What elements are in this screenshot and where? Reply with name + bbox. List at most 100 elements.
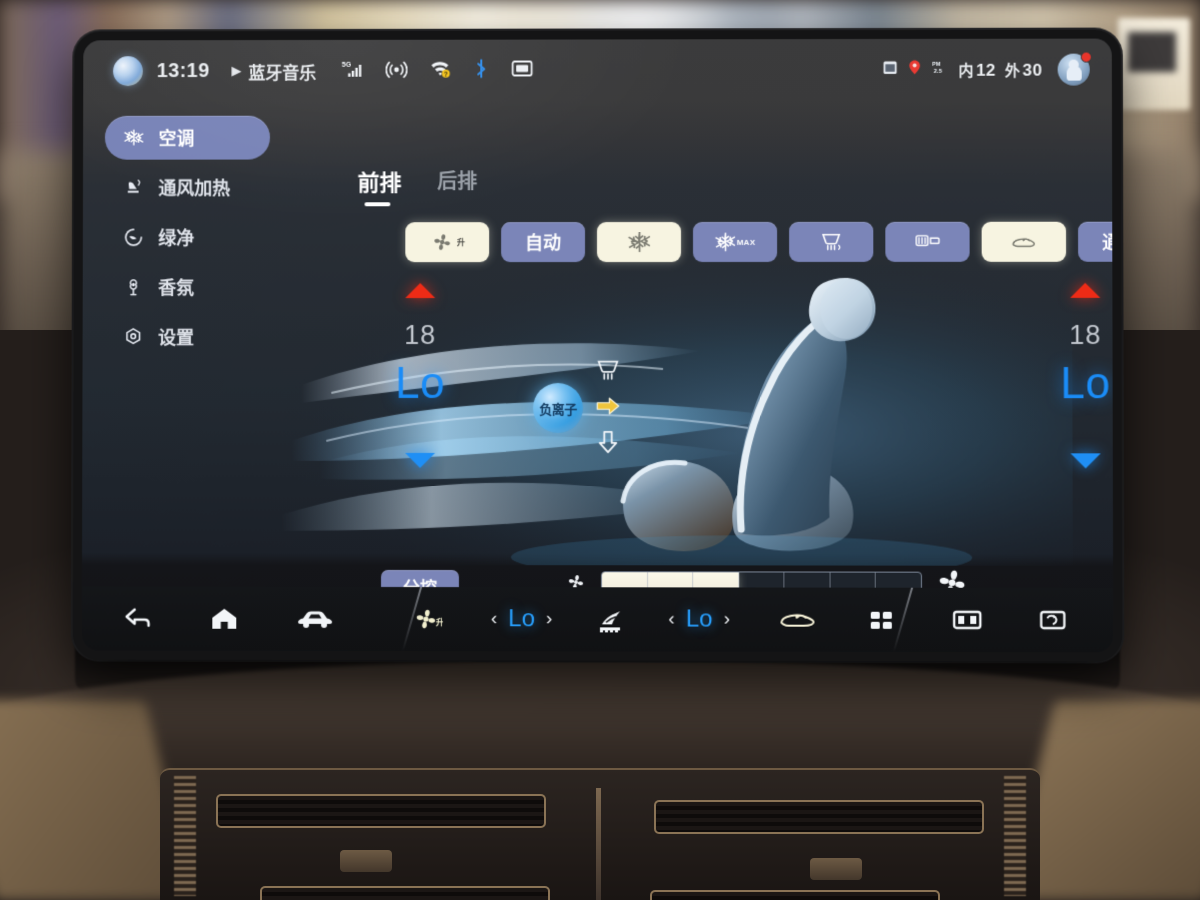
face-vent-arrow-icon[interactable]	[593, 393, 623, 419]
vent-slot-left-lower	[260, 886, 550, 900]
negative-ion-button[interactable]: 负离子	[532, 382, 583, 434]
background-sign	[1118, 18, 1190, 110]
temp-up-icon-left[interactable]	[405, 283, 436, 299]
avatar-head	[1068, 59, 1079, 70]
temp-down-icon-left[interactable]	[405, 452, 436, 468]
defrost-windshield-icon[interactable]	[593, 357, 623, 383]
split-screen-icon[interactable]	[952, 608, 982, 632]
inside-label: 内	[958, 62, 974, 80]
sidebar-item-label: 绿净	[158, 228, 195, 249]
vent-slot-right-upper	[654, 800, 984, 834]
rear-defrost-icon	[914, 231, 940, 253]
fan-speed-button[interactable]: 升	[405, 222, 490, 263]
hotspot-icon	[386, 58, 408, 83]
nav-air-recirculation-icon[interactable]	[778, 608, 816, 632]
temp-next-icon-right[interactable]: ›	[724, 609, 730, 631]
rear-defrost-button[interactable]	[885, 221, 970, 262]
climate-mode-buttons: 升 自动 MAX 通风	[405, 221, 1114, 263]
bluetooth-icon	[473, 58, 489, 83]
svg-text:PM: PM	[932, 62, 941, 68]
fan-speed-icon	[434, 234, 451, 251]
air-purify-icon	[123, 226, 145, 248]
vent-ribs-right	[1004, 776, 1026, 896]
car-icon[interactable]	[297, 607, 333, 631]
ventilation-button[interactable]: 通风	[1078, 221, 1114, 262]
airflow-direction-group	[593, 357, 623, 455]
snowflake-icon	[123, 127, 145, 149]
ac-button[interactable]	[597, 222, 682, 263]
wifi-warning-icon: ?	[430, 58, 452, 83]
temp-down-spacer-right	[1030, 453, 1113, 469]
nav-fan-speed-icon[interactable]: 升	[413, 606, 443, 632]
notification-badge	[1080, 51, 1092, 63]
sidebar-item-settings[interactable]: 设置	[104, 315, 269, 359]
floor-vent-arrow-icon[interactable]	[593, 429, 623, 455]
temp-next-icon-left[interactable]: ›	[546, 608, 552, 630]
snowflake-icon	[714, 232, 735, 252]
media-source-label[interactable]: 蓝牙音乐	[248, 58, 316, 83]
status-icon-group: 5G ?	[342, 58, 534, 83]
temp-setpoint-left: 18	[404, 320, 437, 350]
outside-temperature: 外 30	[1005, 59, 1043, 80]
back-arrow-icon[interactable]	[124, 606, 154, 632]
front-defrost-button[interactable]	[789, 221, 874, 262]
vent-slot-left-upper	[216, 794, 546, 828]
assistant-orb-icon[interactable]	[113, 56, 143, 87]
home-icon[interactable]	[209, 606, 239, 632]
tab-front-row[interactable]: 前排	[358, 165, 402, 206]
temp-up-icon-right[interactable]	[1070, 282, 1101, 298]
nav-fan-sub-label: 升	[436, 617, 443, 627]
vent-slot-right-lower	[650, 890, 940, 900]
status-right-group: PM 2.5 内 12 外 30	[882, 51, 1092, 86]
recirculation-button[interactable]	[981, 221, 1067, 262]
sim-card-icon	[511, 59, 534, 82]
play-icon[interactable]: ▶	[231, 63, 241, 79]
temp-down-spacer-left	[365, 452, 475, 468]
seat-ventilation-icon	[123, 177, 145, 199]
pm25-icon: PM 2.5	[931, 59, 949, 81]
sidebar-item-ventilation-heating[interactable]: 通风加热	[105, 166, 270, 210]
bottom-nav-bar: 升 ‹ Lo › ‹ Lo ›	[81, 586, 1114, 653]
row-tabs: 前排 后排	[358, 165, 478, 206]
location-pin-icon	[907, 59, 922, 81]
ac-max-sub-label: MAX	[736, 237, 756, 247]
gear-icon	[122, 326, 144, 348]
temp-value-left: Lo	[395, 358, 446, 408]
nav-temp-value-right[interactable]: Lo	[686, 605, 713, 633]
clock: 13:19	[156, 59, 210, 82]
seat-heating-icon[interactable]	[592, 605, 628, 633]
user-avatar-icon[interactable]	[1057, 51, 1092, 86]
nav-temp-value-left[interactable]: Lo	[508, 605, 535, 633]
temperature-control-right: 18 Lo	[1030, 282, 1113, 469]
nav-temp-stepper-left: ‹ Lo ›	[491, 605, 552, 633]
screen-surface: 13:19 ▶ 蓝牙音乐 5G ? PM 2.5 内 12 外 30 空调 通风…	[81, 38, 1114, 653]
inside-temperature: 内 12	[958, 59, 996, 80]
temp-setpoint-right: 18	[1069, 319, 1102, 351]
signal-5g-icon: 5G	[342, 58, 364, 83]
temp-prev-icon-right[interactable]: ‹	[668, 608, 674, 630]
svg-text:5G: 5G	[342, 61, 351, 68]
sidebar-item-label: 通风加热	[158, 178, 231, 199]
air-recirculation-icon	[1011, 231, 1037, 253]
infotainment-display: 13:19 ▶ 蓝牙音乐 5G ? PM 2.5 内 12 外 30 空调 通风…	[72, 29, 1123, 662]
vent-knob-left[interactable]	[340, 850, 392, 872]
temp-down-icon-right[interactable]	[1070, 453, 1101, 469]
screenshot-icon[interactable]	[1039, 608, 1067, 632]
sidebar-item-climate[interactable]: 空调	[104, 115, 271, 160]
sidebar-item-label: 香氛	[158, 278, 195, 299]
tab-rear-row[interactable]: 后排	[437, 165, 477, 203]
temp-prev-icon-left[interactable]: ‹	[491, 608, 497, 630]
ac-max-button[interactable]: MAX	[693, 221, 778, 262]
calendar-icon	[882, 59, 898, 81]
snowflake-icon	[628, 232, 650, 253]
sidebar-item-fragrance[interactable]: 香氛	[105, 265, 270, 309]
sidebar-item-air-purify[interactable]: 绿净	[105, 215, 270, 259]
svg-text:?: ?	[444, 71, 448, 78]
inside-temp-value: 12	[975, 60, 996, 80]
temperature-control-left: 18 Lo	[365, 283, 475, 468]
vent-knob-right[interactable]	[810, 858, 862, 880]
vent-divider	[596, 788, 601, 900]
auto-button[interactable]: 自动	[501, 222, 586, 263]
apps-grid-icon[interactable]	[868, 608, 896, 632]
outside-temp-value: 30	[1022, 60, 1043, 80]
